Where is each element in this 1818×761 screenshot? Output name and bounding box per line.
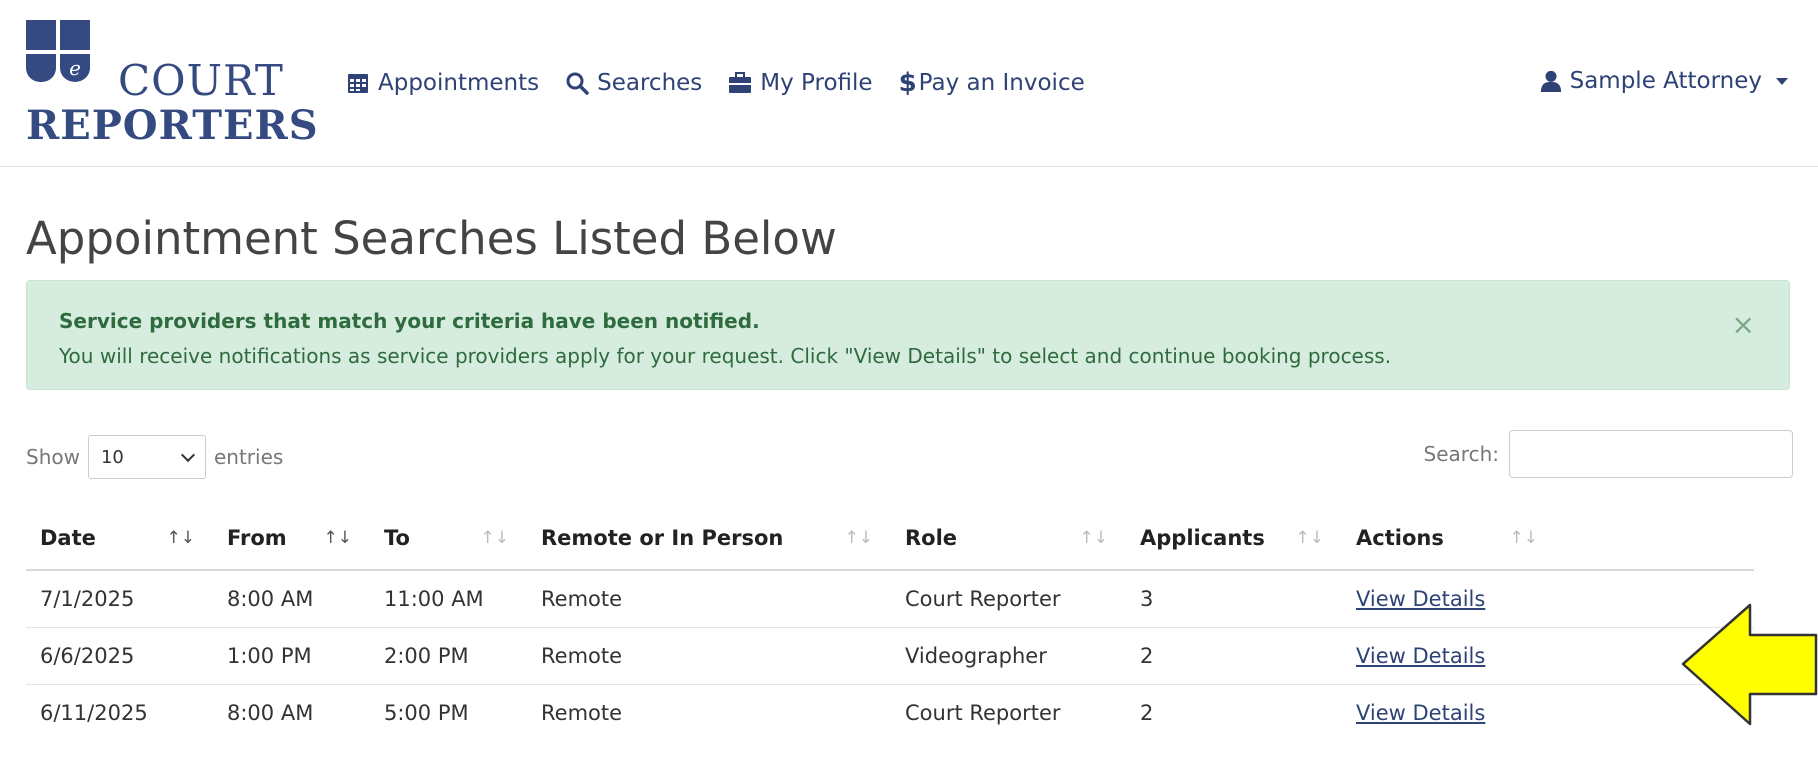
sort-icon: ↑↓ (1295, 528, 1325, 548)
calendar-icon (348, 74, 368, 93)
search-input[interactable] (1509, 430, 1793, 478)
user-menu[interactable]: Sample Attorney (1540, 68, 1788, 94)
close-icon[interactable]: × (1732, 311, 1755, 339)
column-header-remote[interactable]: Remote or In Person ↑↓ (527, 506, 891, 571)
cell-to: 11:00 AM (370, 569, 527, 627)
chevron-down-icon (180, 447, 196, 463)
cell-date: 7/1/2025 (26, 569, 213, 627)
arrow-left-icon (1681, 603, 1818, 726)
view-details-link[interactable]: View Details (1356, 644, 1485, 668)
cell-role: Court Reporter (891, 569, 1126, 627)
nav-my-profile-label: My Profile (760, 70, 873, 96)
sort-icon: ↑↓ (166, 528, 196, 548)
cell-role: Videographer (891, 626, 1126, 684)
nav-appointments[interactable]: Appointments (346, 68, 539, 98)
cell-applicants: 2 (1126, 683, 1342, 741)
dollar-icon: $ (898, 68, 917, 98)
cell-date: 6/6/2025 (26, 626, 213, 684)
nav-searches[interactable]: Searches (565, 68, 702, 98)
nav-pay-invoice-label: Pay an Invoice (918, 70, 1085, 96)
entries-control: Show 10 entries (26, 435, 283, 479)
logo-square (26, 20, 56, 50)
cell-applicants: 3 (1126, 569, 1342, 627)
cell-from: 8:00 AM (213, 569, 370, 627)
view-details-link[interactable]: View Details (1356, 587, 1485, 611)
table-header-row: Date ↑↓ From ↑↓ To ↑↓ Remote or In Person ↑↓… (26, 506, 1754, 571)
nav-links: Appointments Searches My Profile $ Pay a… (346, 68, 1085, 98)
cell-from: 8:00 AM (213, 683, 370, 741)
success-alert: Service providers that match your criter… (26, 280, 1790, 390)
table-row: 7/1/2025 8:00 AM 11:00 AM Remote Court R… (26, 569, 1754, 627)
column-header-to[interactable]: To ↑↓ (370, 506, 527, 571)
cell-role: Court Reporter (891, 683, 1126, 741)
view-details-link[interactable]: View Details (1356, 701, 1485, 725)
column-header-date[interactable]: Date ↑↓ (26, 506, 213, 571)
logo-e-badge: e (60, 54, 90, 82)
page-title: Appointment Searches Listed Below (26, 212, 837, 265)
cell-remote: Remote (527, 626, 891, 684)
column-header-from[interactable]: From ↑↓ (213, 506, 370, 571)
sort-icon: ↑↓ (323, 528, 353, 548)
sort-icon: ↑↓ (1079, 528, 1109, 548)
table-row: 6/6/2025 1:00 PM 2:00 PM Remote Videogra… (26, 626, 1754, 684)
logo-text-court: Court (118, 56, 284, 105)
entries-select[interactable]: 10 (87, 435, 206, 479)
navbar: e Court Reporters Appointments Searches (0, 0, 1818, 167)
alert-heading: Service providers that match your criter… (59, 309, 760, 333)
cell-to: 5:00 PM (370, 683, 527, 741)
column-header-applicants[interactable]: Applicants ↑↓ (1126, 506, 1342, 571)
alert-body: You will receive notifications as servic… (59, 344, 1392, 368)
search-icon (566, 72, 589, 95)
sort-icon: ↑↓ (480, 528, 510, 548)
search-label: Search: (1423, 442, 1499, 466)
user-name: Sample Attorney (1569, 68, 1762, 94)
cell-remote: Remote (527, 683, 891, 741)
table-search: Search: (1424, 430, 1793, 478)
logo-square (60, 20, 90, 50)
sort-icon: ↑↓ (844, 528, 874, 548)
cell-remote: Remote (527, 569, 891, 627)
table-row: 6/11/2025 8:00 AM 5:00 PM Remote Court R… (26, 683, 1754, 741)
show-label: Show (26, 445, 80, 469)
user-icon (1540, 70, 1561, 92)
cell-applicants: 2 (1126, 626, 1342, 684)
appointments-table: Date ↑↓ From ↑↓ To ↑↓ Remote or In Person ↑↓… (26, 506, 1754, 741)
briefcase-icon (729, 72, 752, 93)
entries-select-value: 10 (100, 446, 124, 468)
cell-date: 6/11/2025 (26, 683, 213, 741)
logo-text-reporters: Reporters (26, 102, 319, 149)
svg-text:e: e (69, 56, 81, 80)
column-header-actions[interactable]: Actions ↑↓ (1342, 506, 1754, 571)
column-header-role[interactable]: Role ↑↓ (891, 506, 1126, 571)
nav-pay-invoice[interactable]: $ Pay an Invoice (899, 68, 1085, 98)
cell-to: 2:00 PM (370, 626, 527, 684)
sort-icon: ↑↓ (1509, 528, 1539, 548)
cell-from: 1:00 PM (213, 626, 370, 684)
logo[interactable]: e Court Reporters (26, 20, 319, 150)
nav-my-profile[interactable]: My Profile (728, 68, 873, 98)
chevron-down-icon (1776, 77, 1788, 85)
nav-searches-label: Searches (597, 70, 703, 96)
nav-appointments-label: Appointments (378, 70, 540, 96)
entries-label: entries (213, 445, 284, 469)
logo-square (26, 54, 56, 82)
